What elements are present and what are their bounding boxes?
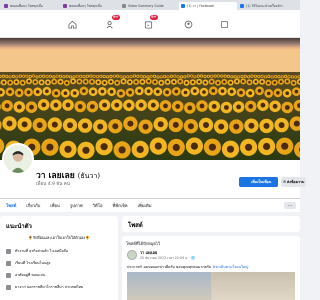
browser-tab[interactable]: พลอยเพื่อนๆ โพสทุกเมื่อ xyxy=(61,2,119,10)
browser-tab-strip: พลอยเพื่อนๆ โพสทุกเมื่อ พลอยเพื่อนๆ โพสทุ… xyxy=(0,0,300,10)
profile-tab[interactable]: รูปภาพ xyxy=(70,202,83,209)
groups-icon[interactable] xyxy=(218,18,230,30)
add-friend-icon: 👤 xyxy=(245,180,251,184)
profile-tabs: โพสต์ เกี่ยวกับ เพื่อน รูปภาพ วิดีโอ ที่พักเช… xyxy=(0,198,300,212)
post-hashtag-link[interactable]: #พาเดินตามใจคนใหญ่ xyxy=(212,265,248,269)
add-friend-button[interactable]: 👤 เพิ่มเป็นเพื่อน xyxy=(239,177,278,187)
marketplace-notification-badge: 9+ xyxy=(149,15,158,20)
message-button[interactable]: ✉ ส่งข้อความ xyxy=(281,177,306,187)
info-icon xyxy=(6,284,11,290)
marketplace-icon[interactable]: 9+ xyxy=(142,15,158,30)
intro-info-row: มาจาก นครราชสีมาโกราชสีมา ประเทศไทย xyxy=(6,284,112,290)
intro-info-text: มาจาก นครราชสีมาโกราชสีมา ประเทศไทย xyxy=(15,285,84,289)
post-date[interactable]: 25 ธันวาคม 2022 เวลา 22:09 น. · 🌐 xyxy=(140,256,195,261)
browser-tab[interactable]: พลอยเพื่อนๆ โพสทุกเมื่อ xyxy=(2,2,60,10)
intro-info-row: เรียนที่ โรงเรียนโนนสูง xyxy=(6,260,112,266)
tab-favicon-icon xyxy=(63,4,67,8)
home-icon[interactable] xyxy=(66,18,78,30)
message-label: ส่งข้อความ xyxy=(287,180,305,184)
post-author-avatar[interactable] xyxy=(127,250,137,260)
tab-title: พลอยเพื่อนๆ โพสทุกเมื่อ xyxy=(69,3,102,8)
tab-favicon-icon xyxy=(181,4,185,8)
post-text: ประกาศ!! ผมขอบอกข่าวดีครับ ขอบคุณทุกคนมา… xyxy=(127,264,248,270)
tab-title: (1) วิดีโอแนะนำเครื่องจักร xyxy=(246,3,283,8)
post-image[interactable] xyxy=(127,272,295,300)
post-image-left[interactable] xyxy=(127,272,211,300)
browser-tab[interactable]: (1) วา | Facebook xyxy=(179,2,237,10)
post-image-right[interactable] xyxy=(212,272,295,300)
intro-info-row: อาศัยอยู่ที่ ขอนแก่น xyxy=(6,272,112,278)
profile-tab[interactable]: ที่พักเช็ค xyxy=(112,202,127,209)
tab-title: พลอยเพื่อนๆ โพสทุกเมื่อ xyxy=(10,3,43,8)
intro-info-text: อาศัยอยู่ที่ ขอนแก่น xyxy=(15,273,46,277)
profile-icon[interactable] xyxy=(182,18,194,30)
intro-info-row: ทำงานที่ ธุรกิจส่วนตัว ไวเลสมือถือ xyxy=(6,248,112,254)
post-body: ประกาศ!! ผมขอบอกข่าวดีครับ ขอบคุณทุกคนมา… xyxy=(127,265,212,269)
tab-favicon-icon xyxy=(4,4,8,8)
tab-title: Video Summary Guide xyxy=(128,4,164,8)
more-options-button[interactable]: ··· xyxy=(284,202,296,209)
pinned-post: โพสต์ที่ได้ปักหมุดไว้ วา เลยเลย 25 ธันวา… xyxy=(122,236,300,300)
friends-count[interactable]: เพื่อน 4.9 พัน คน xyxy=(36,180,70,187)
tab-title: (1) วา | Facebook xyxy=(187,3,215,8)
messenger-icon: ✉ xyxy=(283,180,287,184)
add-friend-label: เพิ่มเป็นเพื่อน xyxy=(251,180,272,184)
intro-info-text: เรียนที่ โรงเรียนโนนสูง xyxy=(15,261,51,265)
intro-bio: 🌻รักพื่อนและเอาใจเอาใจใส่ตัวเอง🌻 xyxy=(28,235,90,240)
profile-avatar[interactable] xyxy=(2,143,34,175)
tab-favicon-icon xyxy=(240,4,244,8)
browser-tab[interactable]: (1) วิดีโอแนะนำเครื่องจักร xyxy=(238,2,296,10)
cover-photo[interactable] xyxy=(0,38,300,160)
pinned-post-label: โพสต์ที่ได้ปักหมุดไว้ xyxy=(126,241,161,246)
info-icon xyxy=(6,272,11,278)
browser-tab[interactable]: Video Summary Guide xyxy=(120,2,178,10)
profile-alt-name: (ธันวา) xyxy=(77,172,101,180)
posts-header: โพสต์ xyxy=(122,216,300,232)
intro-title: แนะนำตัว xyxy=(6,223,32,230)
friends-notification-badge: 9+ xyxy=(111,15,120,20)
profile-tab[interactable]: โพสต์ xyxy=(6,202,16,209)
profile-tab[interactable]: เกี่ยวกับ xyxy=(26,202,40,209)
profile-tab[interactable]: วิดีโอ xyxy=(93,202,103,209)
intro-card: แนะนำตัว 🌻รักพื่อนและเอาใจเอาใจใส่ตัวเอง… xyxy=(0,216,118,300)
friends-nav-icon[interactable]: 9+ xyxy=(104,15,120,30)
tab-favicon-icon xyxy=(122,4,126,8)
info-icon xyxy=(6,260,11,266)
info-icon xyxy=(6,248,11,254)
intro-info-text: ทำงานที่ ธุรกิจส่วนตัว ไวเลสมือถือ xyxy=(15,249,69,253)
facebook-top-nav: 9+ 9+ xyxy=(0,10,300,38)
profile-tab[interactable]: เพื่อน xyxy=(50,202,60,209)
profile-tab[interactable]: เพิ่มเติม xyxy=(138,202,152,209)
